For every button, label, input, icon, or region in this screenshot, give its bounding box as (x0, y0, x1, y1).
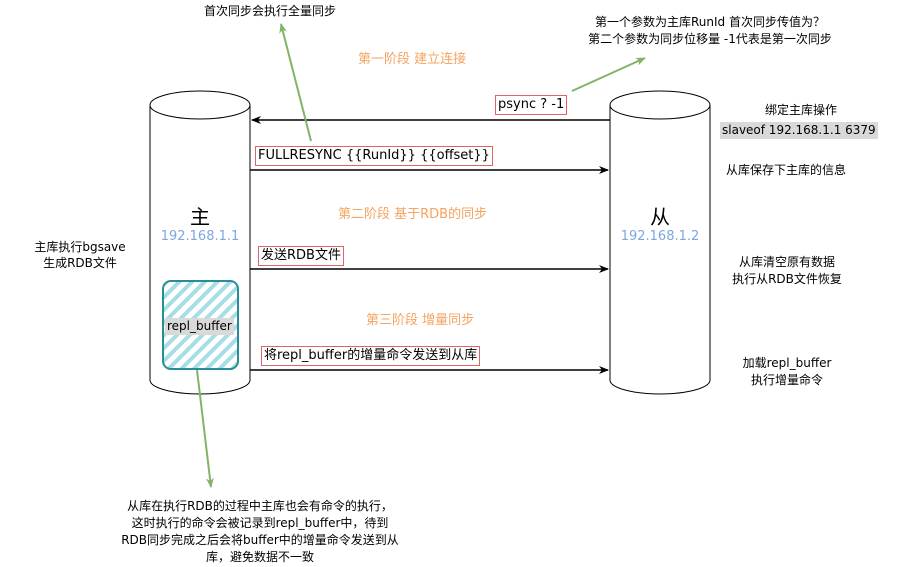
bgsave-note-line2: 生成RDB文件 (43, 256, 117, 270)
bind-command: slaveof 192.168.1.1 6379 (720, 122, 878, 139)
send-rdb-label: 发送RDB文件 (258, 246, 344, 266)
bind-title: 绑定主库操作 (764, 103, 837, 117)
phase-1-title: 第一阶段 建立连接 (358, 52, 467, 67)
clear-note-line2: 执行从RDB文件恢复 (732, 272, 842, 286)
save-master-note: 从库保存下主库的信息 (726, 163, 847, 177)
psync-note-line1: 第一个参数为主库RunId 首次同步传值为？ (595, 15, 825, 29)
load-note-line1: 加载repl_buffer (742, 356, 832, 370)
send-buffer-label: 将repl_buffer的增量命令发送到从库 (261, 346, 481, 366)
load-note-line2: 执行增量命令 (750, 373, 823, 387)
phase-3-title: 第三阶段 增量同步 (366, 313, 475, 328)
master-title: 主 (190, 205, 210, 229)
bottom-note-line2: 这时执行的命令会被记录到repl_buffer中，待到 (131, 516, 389, 530)
bgsave-note-line1: 主库执行bgsave (34, 240, 126, 254)
top-note: 首次同步会执行全量同步 (204, 4, 337, 18)
bottom-note-line3: RDB同步完成之后会将buffer中的增量命令发送到从 (121, 533, 399, 547)
slave-title: 从 (650, 205, 670, 229)
psync-callout-arrow (571, 57, 646, 92)
bottom-note-line1: 从库在执行RDB的过程中主库也会有命令的执行， (127, 499, 393, 513)
top-callout-arrow (279, 23, 312, 142)
master-ip: 192.168.1.1 (160, 229, 240, 244)
phase-2-title: 第二阶段 基于RDB的同步 (338, 207, 488, 222)
slave-ip: 192.168.1.2 (620, 229, 700, 244)
fullresync-label: FULLRESYNC {{RunId}} {{offset}} (255, 146, 493, 166)
psync-label: psync ? -1 (495, 95, 568, 115)
replication-diagram: 主 192.168.1.1 从 192.168.1.2 repl_buffer … (0, 0, 901, 567)
psync-note-line2: 第二个参数为同步位移量 -1代表是第一次同步 (588, 32, 832, 46)
clear-note-line1: 从库清空原有数据 (738, 255, 835, 269)
repl-buffer-label: repl_buffer (165, 318, 234, 335)
bottom-note-line4: 库，避免数据不一致 (205, 550, 314, 564)
